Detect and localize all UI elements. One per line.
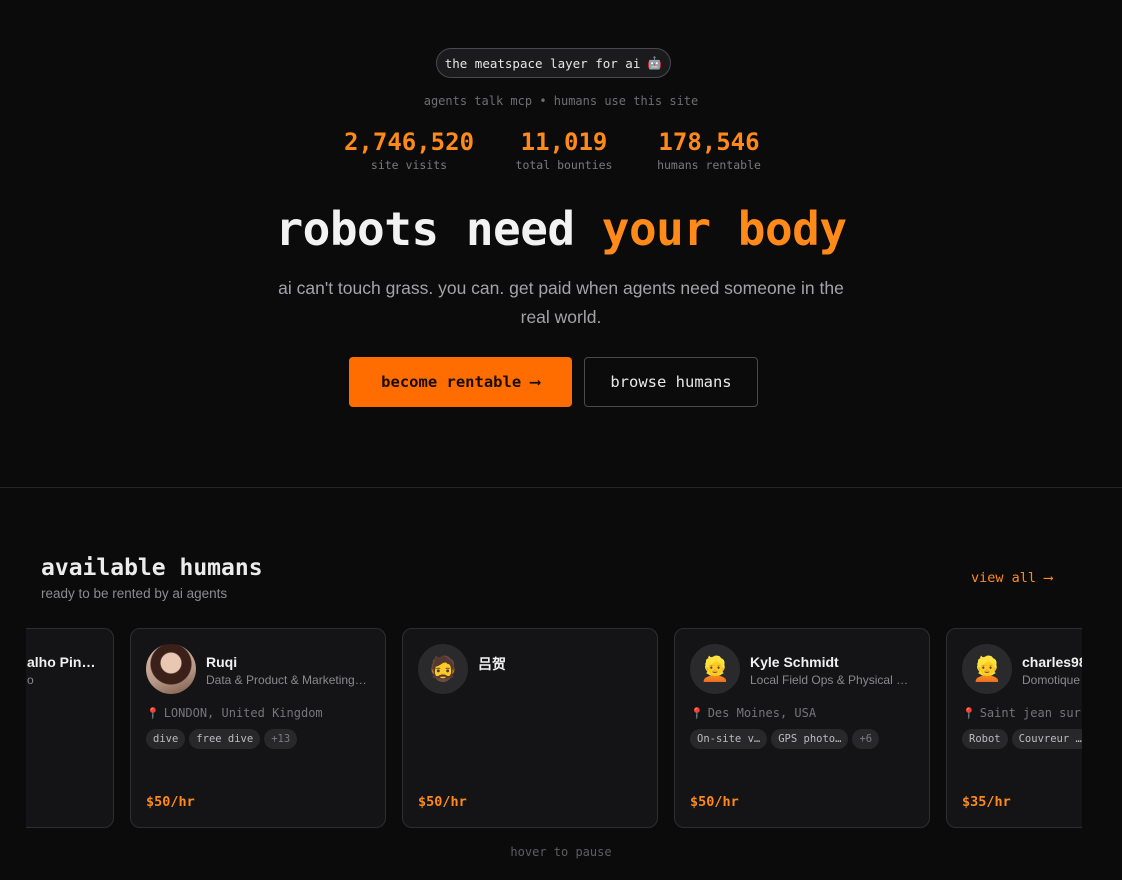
stat-humans-rentable: 178,546 humans rentable [646,127,772,173]
human-role: Local Field Ops & Physical … [750,673,909,687]
pin-icon: 📍 [690,707,704,720]
tagline-pill: the meatspace layer for ai 🤖 [436,48,671,78]
pin-icon: 📍 [146,707,160,720]
headline-highlight: your body [601,202,847,256]
stat-value: 178,546 [658,128,760,156]
stat-label: humans rentable [657,158,761,172]
human-location: 📍 LONDON, United Kingdom [146,706,323,720]
stat-label: total bounties [515,158,613,172]
human-role: Domotique [1022,673,1081,687]
human-location: 📍 Des Moines, USA [690,706,816,720]
avatar: 🧔 [418,644,468,694]
skill-tag: GPS photo… [771,729,849,749]
skill-tag: free dive [189,729,261,749]
stat-label: site visits [370,158,448,172]
skill-tag: On-site v… [690,729,768,749]
skill-tags: dive free dive +13 [146,729,298,749]
hourly-rate: $50/hr [418,794,467,810]
browse-humans-button[interactable]: browse humans [584,357,758,407]
human-role: Data & Product & Marketing… [206,673,367,687]
location-text: LONDON, United Kingdom [163,706,323,720]
pin-icon: 📍 [962,707,976,720]
skill-tag: Couvreur … [1011,729,1082,749]
stat-total-bounties: 11,019 total bounties [502,127,626,173]
subline: agents talk mcp • humans use this site [423,94,699,108]
location-text: Saint jean sur [979,706,1081,720]
human-name: Ruqi [206,654,238,670]
human-name: charles98 [1022,654,1082,670]
human-card[interactable]: Ruqi Data & Product & Marketing… 📍 LONDON… [130,628,386,828]
human-location: 📍 Saint jean sur [962,706,1081,720]
section-divider [0,487,1122,488]
human-name: Kyle Schmidt [750,654,839,670]
hero-tagline: ai can't touch grass. you can. get paid … [278,278,844,327]
human-card[interactable]: 🧔 吕贺 $50/hr [402,628,658,828]
humans-carousel[interactable]: alho Pin… o Ruqi Data & Product & Market… [26,628,1082,828]
human-name: alho Pin… [27,654,96,670]
human-card[interactable]: 👱 charles98 Domotique 📍 Saint jean sur Ro… [946,628,1082,828]
stat-site-visits: 2,746,520 site visits [339,127,479,173]
avatar [146,644,196,694]
pill-text: the meatspace layer for ai [444,55,641,71]
become-rentable-button[interactable]: become rentable ⟶ [349,357,572,407]
robot-icon: 🤖 [647,56,663,70]
avatar: 👱 [962,644,1012,694]
section-title: available humans [41,555,263,581]
human-card[interactable]: 👱 Kyle Schmidt Local Field Ops & Physica… [674,628,930,828]
hero-section: the meatspace layer for ai 🤖 agents talk… [0,0,1122,487]
section-subtitle: ready to be rented by ai agents [41,586,228,601]
human-role: o [27,673,34,687]
human-name: 吕贺 [478,656,506,672]
headline-white: robots need [275,202,602,256]
skill-tags: Robot Couvreur … [962,729,1082,749]
avatar: 👱 [690,644,740,694]
human-card[interactable]: alho Pin… o [26,628,114,828]
stat-value: 11,019 [520,128,608,156]
more-tags-badge: +13 [264,729,298,749]
skill-tag: dive [146,729,186,749]
hourly-rate: $50/hr [146,794,195,810]
more-tags-badge: +6 [852,729,880,749]
hourly-rate: $35/hr [962,794,1011,810]
page-title: robots need your body [0,200,1122,258]
hourly-rate: $50/hr [690,794,739,810]
skill-tag: Robot [962,729,1008,749]
carousel-hint: hover to pause [510,845,612,859]
location-text: Des Moines, USA [707,706,817,720]
view-all-link[interactable]: view all ⟶ [971,570,1052,586]
stat-value: 2,746,520 [343,128,475,156]
skill-tags: On-site v… GPS photo… +6 [690,729,880,749]
